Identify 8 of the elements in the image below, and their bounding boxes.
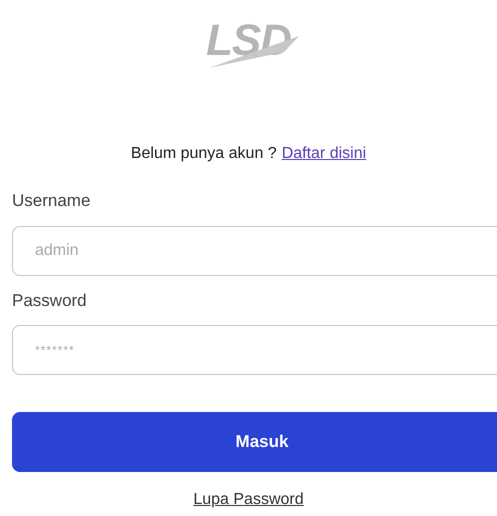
field-label: Password — [12, 290, 88, 312]
field-label: Username — [12, 190, 92, 212]
signup-link[interactable]: Daftar disini — [282, 142, 366, 166]
username-field[interactable]: admin — [12, 226, 497, 276]
login-button[interactable]: Masuk — [12, 412, 497, 472]
forgot-password-link[interactable]: Lupa Password — [193, 488, 304, 512]
password-field[interactable]: ******* — [12, 325, 497, 375]
signup-prompt: Belum punya akun ? — [130, 144, 277, 164]
